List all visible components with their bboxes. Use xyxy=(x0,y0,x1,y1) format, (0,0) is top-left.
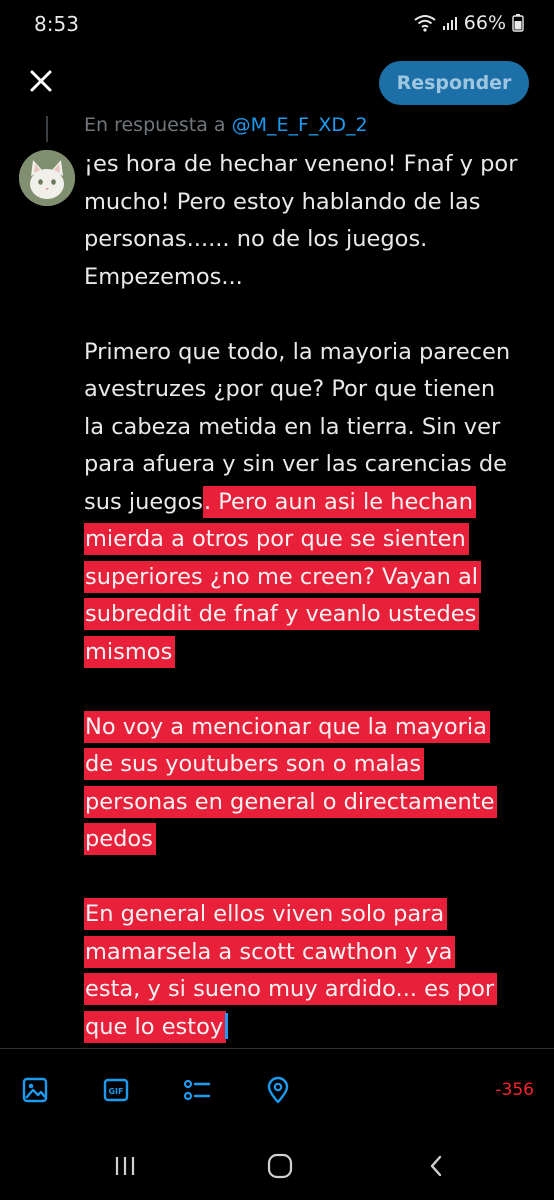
text-line-highlighted: subreddit de fnaf y veanlo ustedes xyxy=(84,596,544,634)
text-line: mucho! Pero estoy hablando de las xyxy=(84,188,481,215)
overflow-highlight: mismos xyxy=(84,635,176,668)
composer-divider xyxy=(0,1048,554,1049)
overflow-highlight: esta, y si sueno muy ardido... es por xyxy=(84,973,498,1005)
overflow-highlight: No voy a mencionar que la mayoria xyxy=(84,710,490,743)
overflow-highlight: que lo estoy xyxy=(84,1010,227,1043)
overflow-highlight: En general ellos viven solo para xyxy=(84,898,448,930)
text-line-highlighted: personas en general o directamente xyxy=(84,784,544,822)
add-gif-button[interactable]: GIF xyxy=(96,1070,136,1110)
status-time: 8:53 xyxy=(34,12,79,36)
close-button[interactable] xyxy=(24,64,58,98)
status-indicators: 66% xyxy=(414,12,524,34)
text-line-highlighted: superiores ¿no me creen? Vayan al xyxy=(84,559,544,597)
reply-to-prefix: En respuesta a xyxy=(84,114,232,136)
tweet-text[interactable]: ¡es hora de hechar veneno! Fnaf y por mu… xyxy=(84,146,544,1046)
avatar[interactable] xyxy=(19,150,75,206)
overflow-highlight: mamarsela a scott cawthon y ya xyxy=(84,935,456,968)
text-line: la cabeza metida en la tierra. Sin ver xyxy=(84,413,501,440)
overflow-highlight: subreddit de fnaf y veanlo ustedes xyxy=(84,598,480,630)
text-line-split: sus juegos. Pero aun asi le hechan xyxy=(84,484,544,522)
reply-to-handle[interactable]: @M_E_F_XD_2 xyxy=(232,114,368,136)
recent-apps-button[interactable] xyxy=(105,1148,145,1184)
recent-apps-icon xyxy=(115,1157,135,1175)
overflow-highlight: mierda a otros por que se sienten xyxy=(84,523,469,555)
text-line-highlighted: mamarsela a scott cawthon y ya xyxy=(84,934,544,972)
overflow-highlight: pedos xyxy=(84,823,156,855)
text-line-highlighted: esta, y si sueno muy ardido... es por xyxy=(84,971,544,1009)
text-cursor xyxy=(225,1012,229,1039)
thread-line xyxy=(46,116,48,142)
overflow-highlight: superiores ¿no me creen? Vayan al xyxy=(84,560,482,593)
cat-avatar-icon xyxy=(19,150,75,206)
back-button[interactable] xyxy=(416,1148,456,1184)
system-nav-bar xyxy=(0,1130,554,1200)
text-line: Primero que todo, la mayoria parecen xyxy=(84,338,511,365)
poll-icon xyxy=(183,1079,211,1101)
text-line-highlighted: que lo estoy xyxy=(84,1009,544,1047)
svg-text:GIF: GIF xyxy=(108,1087,123,1096)
overflow-highlight: . Pero aun asi le hechan xyxy=(202,485,476,518)
home-button[interactable] xyxy=(260,1148,300,1184)
add-location-button[interactable] xyxy=(258,1070,298,1110)
text-line-highlighted: mismos xyxy=(84,634,544,672)
battery-percent: 66% xyxy=(463,12,506,34)
reply-button[interactable]: Responder xyxy=(379,61,529,105)
text-line: para afuera y sin ver las carencias de xyxy=(84,451,508,477)
gif-icon: GIF xyxy=(103,1078,129,1102)
text-line: Empezemos... xyxy=(84,263,243,290)
image-icon xyxy=(22,1077,48,1103)
battery-icon xyxy=(512,14,524,32)
signal-icon xyxy=(442,17,457,30)
location-icon xyxy=(267,1076,289,1104)
text-line-highlighted: de sus youtubers son o malas xyxy=(84,746,544,784)
overflow-highlight: de sus youtubers son o malas xyxy=(84,748,425,780)
text-line: personas...... no de los juegos. xyxy=(84,226,428,252)
reply-to-label: En respuesta a @M_E_F_XD_2 xyxy=(84,114,368,136)
close-icon xyxy=(30,70,52,92)
text-normal: sus juegos xyxy=(84,488,203,515)
text-line-highlighted: pedos xyxy=(84,821,544,859)
text-line: ¡es hora de hechar veneno! Fnaf y por xyxy=(84,151,518,177)
wifi-icon xyxy=(414,15,436,32)
text-line: avestruzes ¿por que? Por que tienen xyxy=(84,376,496,402)
home-icon xyxy=(267,1153,293,1179)
character-count: -356 xyxy=(495,1080,534,1100)
add-image-button[interactable] xyxy=(15,1070,55,1110)
text-line-highlighted: No voy a mencionar que la mayoria xyxy=(84,709,544,747)
overflow-highlight: personas en general o directamente xyxy=(84,785,498,818)
composer-toolbar: GIF xyxy=(0,1070,554,1114)
text-line-highlighted: En general ellos viven solo para xyxy=(84,896,544,934)
back-icon xyxy=(430,1155,442,1177)
add-poll-button[interactable] xyxy=(177,1070,217,1110)
text-line-highlighted: mierda a otros por que se sienten xyxy=(84,521,544,559)
status-bar: 8:53 66% xyxy=(0,0,554,48)
